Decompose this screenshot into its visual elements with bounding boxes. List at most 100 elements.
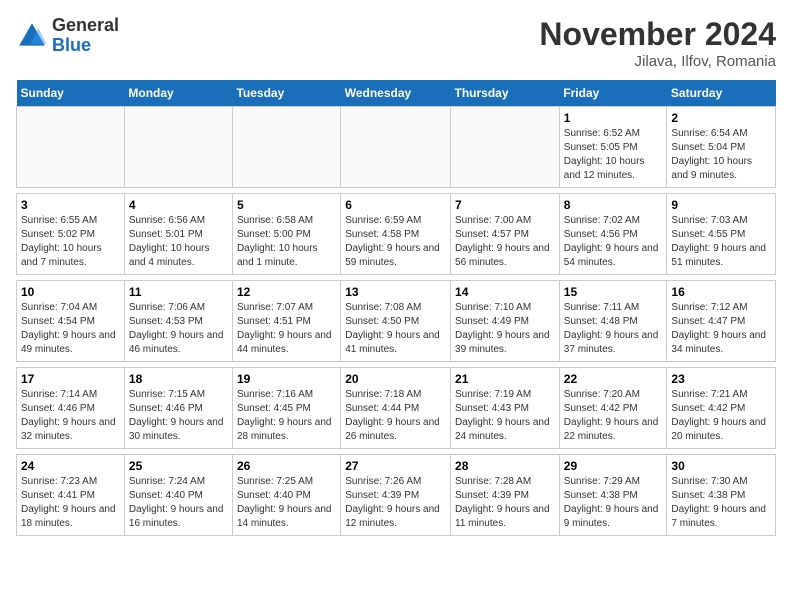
week-row-1: 1 Sunrise: 6:52 AM Sunset: 5:05 PM Daylig… — [17, 107, 776, 188]
calendar-cell: 23 Sunrise: 7:21 AM Sunset: 4:42 PM Dayli… — [667, 368, 776, 449]
logo: General Blue — [16, 16, 119, 56]
weekday-header-wednesday: Wednesday — [341, 80, 451, 107]
calendar-cell: 4Sunrise: 6:56 AM Sunset: 5:01 PM Daylig… — [124, 194, 232, 275]
logo-general-text: General — [52, 15, 119, 35]
calendar-cell: 27Sunrise: 7:26 AM Sunset: 4:39 PM Dayli… — [341, 455, 451, 536]
calendar-cell — [124, 107, 232, 188]
day-number: 11 — [129, 285, 228, 299]
day-info: Sunrise: 6:58 AM Sunset: 5:00 PM Dayligh… — [237, 214, 336, 270]
day-info: Sunrise: 7:04 AM Sunset: 4:54 PM Dayligh… — [21, 301, 120, 357]
calendar-cell: 6 Sunrise: 6:59 AM Sunset: 4:58 PM Daylig… — [341, 194, 451, 275]
day-number: 22 — [564, 372, 663, 386]
day-number: 17 — [21, 372, 120, 386]
day-info: Sunrise: 7:30 AM Sunset: 4:38 PM Dayligh… — [671, 475, 771, 531]
day-number: 16 — [671, 285, 771, 299]
week-row-4: 17 Sunrise: 7:14 AM Sunset: 4:46 PM Dayli… — [17, 368, 776, 449]
day-info: Sunrise: 7:29 AM Sunset: 4:38 PM Dayligh… — [564, 475, 663, 531]
title-area: November 2024 Jilava, Ilfov, Romania — [539, 16, 776, 70]
day-info: Sunrise: 7:00 AM Sunset: 4:57 PM Dayligh… — [455, 214, 555, 270]
day-info: Sunrise: 7:16 AM Sunset: 4:45 PM Dayligh… — [237, 388, 336, 444]
day-info: Sunrise: 7:10 AM Sunset: 4:49 PM Dayligh… — [455, 301, 555, 357]
day-info: Sunrise: 7:15 AM Sunset: 4:46 PM Dayligh… — [129, 388, 228, 444]
calendar-cell: 29 Sunrise: 7:29 AM Sunset: 4:38 PM Dayli… — [559, 455, 667, 536]
weekday-header-monday: Monday — [124, 80, 232, 107]
day-info: Sunrise: 7:08 AM Sunset: 4:50 PM Dayligh… — [345, 301, 446, 357]
calendar-cell: 5 Sunrise: 6:58 AM Sunset: 5:00 PM Daylig… — [232, 194, 340, 275]
day-info: Sunrise: 6:55 AM Sunset: 5:02 PM Dayligh… — [21, 214, 120, 270]
day-number: 15 — [564, 285, 663, 299]
location-title: Jilava, Ilfov, Romania — [539, 53, 776, 70]
calendar-cell: 28Sunrise: 7:28 AM Sunset: 4:39 PM Dayli… — [451, 455, 560, 536]
day-info: Sunrise: 7:06 AM Sunset: 4:53 PM Dayligh… — [129, 301, 228, 357]
calendar-cell: 8 Sunrise: 7:02 AM Sunset: 4:56 PM Daylig… — [559, 194, 667, 275]
day-number: 1 — [564, 111, 663, 125]
weekday-header-tuesday: Tuesday — [232, 80, 340, 107]
calendar-cell: 10Sunrise: 7:04 AM Sunset: 4:54 PM Dayli… — [17, 281, 125, 362]
weekday-header-row: SundayMondayTuesdayWednesdayThursdayFrid… — [17, 80, 776, 107]
calendar-cell: 14 Sunrise: 7:10 AM Sunset: 4:49 PM Dayli… — [451, 281, 560, 362]
calendar-cell: 3 Sunrise: 6:55 AM Sunset: 5:02 PM Daylig… — [17, 194, 125, 275]
day-info: Sunrise: 7:24 AM Sunset: 4:40 PM Dayligh… — [129, 475, 228, 531]
calendar-table: SundayMondayTuesdayWednesdayThursdayFrid… — [16, 80, 776, 536]
day-info: Sunrise: 6:52 AM Sunset: 5:05 PM Dayligh… — [564, 127, 663, 183]
calendar-cell — [232, 107, 340, 188]
weekday-header-friday: Friday — [559, 80, 667, 107]
day-info: Sunrise: 7:12 AM Sunset: 4:47 PM Dayligh… — [671, 301, 771, 357]
day-number: 21 — [455, 372, 555, 386]
calendar-cell — [17, 107, 125, 188]
month-title: November 2024 — [539, 16, 776, 53]
day-info: Sunrise: 7:02 AM Sunset: 4:56 PM Dayligh… — [564, 214, 663, 270]
calendar-cell: 16 Sunrise: 7:12 AM Sunset: 4:47 PM Dayli… — [667, 281, 776, 362]
day-info: Sunrise: 7:07 AM Sunset: 4:51 PM Dayligh… — [237, 301, 336, 357]
day-info: Sunrise: 7:11 AM Sunset: 4:48 PM Dayligh… — [564, 301, 663, 357]
week-row-3: 10Sunrise: 7:04 AM Sunset: 4:54 PM Dayli… — [17, 281, 776, 362]
calendar-cell: 19Sunrise: 7:16 AM Sunset: 4:45 PM Dayli… — [232, 368, 340, 449]
day-number: 3 — [21, 198, 120, 212]
calendar-cell: 13 Sunrise: 7:08 AM Sunset: 4:50 PM Dayli… — [341, 281, 451, 362]
calendar-cell: 2Sunrise: 6:54 AM Sunset: 5:04 PM Daylig… — [667, 107, 776, 188]
day-number: 20 — [345, 372, 446, 386]
day-info: Sunrise: 7:03 AM Sunset: 4:55 PM Dayligh… — [671, 214, 771, 270]
day-info: Sunrise: 7:26 AM Sunset: 4:39 PM Dayligh… — [345, 475, 446, 531]
day-number: 23 — [671, 372, 771, 386]
calendar-cell: 12 Sunrise: 7:07 AM Sunset: 4:51 PM Dayli… — [232, 281, 340, 362]
calendar-cell: 15 Sunrise: 7:11 AM Sunset: 4:48 PM Dayli… — [559, 281, 667, 362]
day-number: 6 — [345, 198, 446, 212]
calendar-cell: 22 Sunrise: 7:20 AM Sunset: 4:42 PM Dayli… — [559, 368, 667, 449]
day-info: Sunrise: 7:23 AM Sunset: 4:41 PM Dayligh… — [21, 475, 120, 531]
day-number: 18 — [129, 372, 228, 386]
day-number: 14 — [455, 285, 555, 299]
calendar-cell — [451, 107, 560, 188]
logo-blue-text: Blue — [52, 35, 91, 55]
day-number: 30 — [671, 459, 771, 473]
day-number: 7 — [455, 198, 555, 212]
day-info: Sunrise: 7:21 AM Sunset: 4:42 PM Dayligh… — [671, 388, 771, 444]
day-number: 24 — [21, 459, 120, 473]
day-info: Sunrise: 6:54 AM Sunset: 5:04 PM Dayligh… — [671, 127, 771, 183]
day-info: Sunrise: 7:25 AM Sunset: 4:40 PM Dayligh… — [237, 475, 336, 531]
day-info: Sunrise: 6:59 AM Sunset: 4:58 PM Dayligh… — [345, 214, 446, 270]
day-number: 4 — [129, 198, 228, 212]
day-number: 12 — [237, 285, 336, 299]
day-number: 5 — [237, 198, 336, 212]
day-number: 8 — [564, 198, 663, 212]
day-number: 13 — [345, 285, 446, 299]
weekday-header-thursday: Thursday — [451, 80, 560, 107]
day-number: 29 — [564, 459, 663, 473]
calendar-cell: 26Sunrise: 7:25 AM Sunset: 4:40 PM Dayli… — [232, 455, 340, 536]
calendar-cell: 24 Sunrise: 7:23 AM Sunset: 4:41 PM Dayli… — [17, 455, 125, 536]
calendar-cell: 21Sunrise: 7:19 AM Sunset: 4:43 PM Dayli… — [451, 368, 560, 449]
day-info: Sunrise: 7:20 AM Sunset: 4:42 PM Dayligh… — [564, 388, 663, 444]
week-row-2: 3 Sunrise: 6:55 AM Sunset: 5:02 PM Daylig… — [17, 194, 776, 275]
calendar-cell: 1 Sunrise: 6:52 AM Sunset: 5:05 PM Daylig… — [559, 107, 667, 188]
calendar-cell: 20 Sunrise: 7:18 AM Sunset: 4:44 PM Dayli… — [341, 368, 451, 449]
header: General Blue November 2024 Jilava, Ilfov… — [16, 16, 776, 70]
day-info: Sunrise: 7:14 AM Sunset: 4:46 PM Dayligh… — [21, 388, 120, 444]
weekday-header-saturday: Saturday — [667, 80, 776, 107]
week-row-5: 24 Sunrise: 7:23 AM Sunset: 4:41 PM Dayli… — [17, 455, 776, 536]
calendar-cell: 7 Sunrise: 7:00 AM Sunset: 4:57 PM Daylig… — [451, 194, 560, 275]
weekday-header-sunday: Sunday — [17, 80, 125, 107]
calendar-cell: 25Sunrise: 7:24 AM Sunset: 4:40 PM Dayli… — [124, 455, 232, 536]
day-info: Sunrise: 7:18 AM Sunset: 4:44 PM Dayligh… — [345, 388, 446, 444]
calendar-cell: 11 Sunrise: 7:06 AM Sunset: 4:53 PM Dayli… — [124, 281, 232, 362]
